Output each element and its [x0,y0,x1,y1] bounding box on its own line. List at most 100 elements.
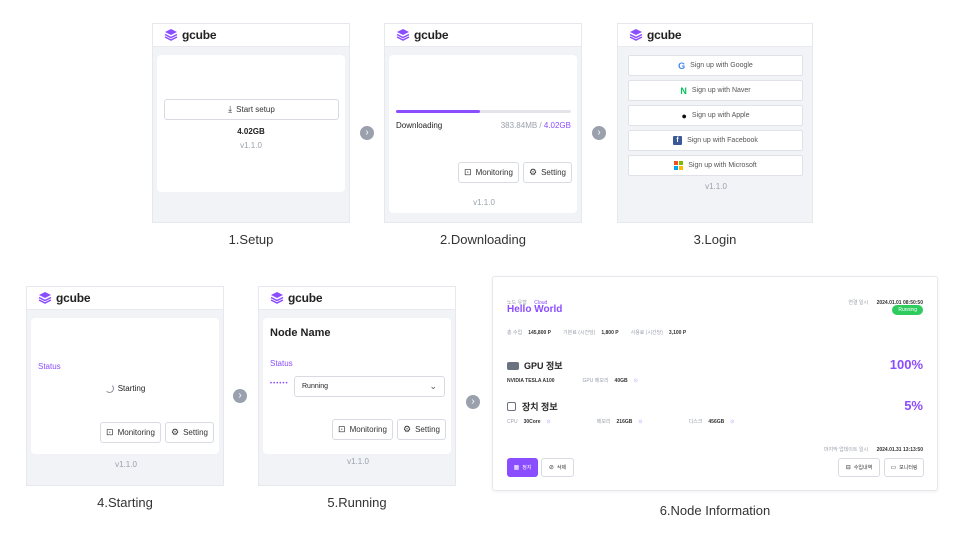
status-select-value: Running [302,383,329,390]
status-select[interactable]: Running ⌄ [294,376,445,397]
starting-state: Starting [31,384,219,393]
brand-name: gcube [288,291,323,305]
brand-name: gcube [56,291,91,305]
monitoring-button[interactable]: ⊡ Monitoring [100,422,161,443]
gpu-memory-label: GPU 메모리 [582,378,609,384]
caption-login: 3.Login [693,232,737,247]
setting-button[interactable]: ⚙ Setting [165,422,214,443]
total-earnings-value: 145,800 P [528,329,552,336]
base-fee-value: 1,800 P [601,329,619,336]
setting-label: Setting [541,168,566,177]
last-updated-label: 마지막 업데이트 일시 [823,447,869,453]
gcube-logo-icon [396,29,410,41]
gpu-model: NVIDIA TESLA A100 [507,377,555,384]
device-section-title: 장치 정보 [507,400,558,413]
gear-icon: ⚙ [171,427,180,437]
gpu-title: GPU 정보 [524,361,563,371]
gcube-logo-icon [38,292,52,304]
last-updated-value: 2024.01.31 13:13:50 [876,447,923,453]
stop-icon: ▦ [513,465,520,471]
gcube-logo-icon [270,292,284,304]
running-card: Node Name Status •••••• Running ⌄ ⊡ Moni… [263,318,451,454]
starting-card: Status Starting ⊡ Monitoring ⚙ Setting [31,318,219,454]
start-setup-button[interactable]: ⤓ Start setup [164,99,339,120]
monitor-icon: ▭ [890,465,897,471]
login-window: gcube G Sign up with Google N Sign up wi… [617,23,813,223]
node-title: Hello World [507,304,563,315]
delete-icon: ⊘ [548,465,554,471]
caption-running: 5.Running [327,495,387,510]
info-icon[interactable]: ⊙ [634,378,638,384]
downloaded-size: 383.84MB [500,121,538,130]
download-card: Downloading 383.84MB / 4.02GB ⊡ Monitori… [389,55,577,213]
sign-up-facebook-button[interactable]: f Sign up with Facebook [628,130,803,151]
memory-label: 메모리 [596,419,611,425]
monitoring-button[interactable]: ⊡ Monitoring [332,419,393,440]
usage-fee-value: 3,100 P [668,329,687,336]
earnings-history-button[interactable]: ⊟ 수입내역 [838,458,880,477]
setting-label: Setting [183,428,208,437]
cpu-chip-icon [507,402,516,411]
cpu-value: 30Core [523,418,541,425]
delete-button[interactable]: ⊘ 삭제 [541,458,574,477]
last-updated: 마지막 업데이트 일시 2024.01.31 13:13:50 [824,438,923,456]
monitor-chart-icon: ⊡ [106,427,114,437]
step-arrow-icon: › [360,126,374,140]
sign-up-apple-button[interactable]: ● Sign up with Apple [628,105,803,126]
monitoring-label: Monitoring [349,425,387,434]
gear-icon: ⚙ [529,167,538,177]
downloading-window: gcube Downloading 383.84MB / 4.02GB ⊡ Mo… [384,23,582,223]
sso-label: Sign up with Facebook [687,137,758,144]
step-arrow-icon: › [233,389,247,403]
earnings-row: 총 수입 145,800 P 기본료 (시간당) 1,800 P 사용료 (시간… [507,329,687,337]
brand-name: gcube [647,28,682,42]
monitoring-button[interactable]: ▭ 모니터링 [884,458,924,477]
setting-button[interactable]: ⚙ Setting [397,419,446,440]
total-earnings-label: 총 수입 [507,330,523,336]
google-icon: G [678,60,686,71]
device-details: CPU 30Core ⊙ 메모리 216GB ⊙ 디스크 456GB ⊙ [507,418,734,426]
step-arrow-icon: › [592,126,606,140]
facebook-icon: f [673,136,683,145]
status-dots: •••••• [270,381,289,387]
node-name: Node Name [270,327,331,339]
microsoft-icon [674,161,684,170]
monitor-chart-icon: ⊡ [338,424,346,434]
version-label: v1.1.0 [115,460,137,469]
starting-label: Starting [117,384,146,393]
brand-name: gcube [414,28,449,42]
running-badge: Running [892,305,923,315]
sign-up-naver-button[interactable]: N Sign up with Naver [628,80,803,101]
earnings-history-label: 수입내역 [853,465,873,471]
setting-button[interactable]: ⚙ Setting [523,162,572,183]
monitoring-label: Monitoring [117,428,155,437]
gear-icon: ⚙ [403,424,412,434]
memory-value: 216GB [616,418,633,425]
size-separator: / [537,121,544,130]
info-icon[interactable]: ⊙ [730,419,734,425]
device-usage-percent: 5% [904,398,923,413]
spinner-icon [104,384,114,393]
brand-name: gcube [182,28,217,42]
monitoring-button[interactable]: ⊡ Monitoring [458,162,519,183]
usage-fee-label: 사용료 (시간당) [630,330,663,336]
sso-label: Sign up with Apple [691,112,750,119]
device-title: 장치 정보 [522,402,558,412]
sign-up-google-button[interactable]: G Sign up with Google [628,55,803,76]
stop-button[interactable]: ▦ 정지 [507,458,538,477]
progress-fill [396,110,480,113]
gpu-memory-value: 40GB [614,377,628,384]
info-icon[interactable]: ⊙ [547,419,551,425]
info-icon[interactable]: ⊙ [638,419,642,425]
monitoring-label: 모니터링 [899,465,918,471]
gpu-card-icon [507,361,519,370]
starting-window: gcube Status Starting ⊡ Monitoring ⚙ Set… [26,286,224,486]
receipt-icon: ⊟ [845,465,851,471]
caption-downloading: 2.Downloading [439,232,526,247]
apple-icon: ● [681,110,687,121]
version-label: v1.1.0 [473,198,495,207]
gpu-details: NVIDIA TESLA A100 GPU 메모리 40GB ⊙ [507,377,638,385]
sign-up-microsoft-button[interactable]: Sign up with Microsoft [628,155,803,176]
total-size: 4.02GB [543,121,571,130]
setup-window: gcube ⤓ Start setup 4.02GB v1.1.0 [152,23,350,223]
